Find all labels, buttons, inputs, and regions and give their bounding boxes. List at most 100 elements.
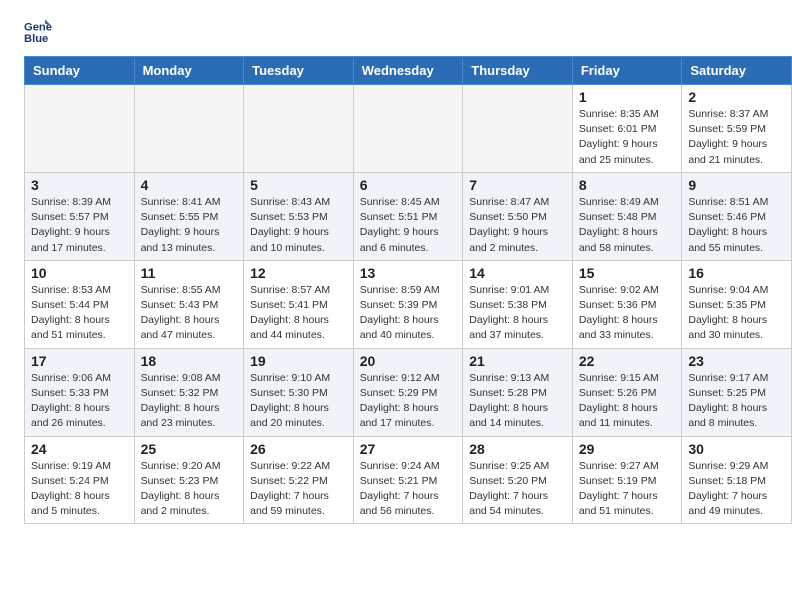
day-info: Sunrise: 9:02 AM Sunset: 5:36 PM Dayligh… [579,283,676,344]
day-number: 18 [141,353,238,369]
calendar-cell: 3 Sunrise: 8:39 AM Sunset: 5:57 PM Daylig… [25,172,135,260]
week-row-4: 17 Sunrise: 9:06 AM Sunset: 5:33 PM Dayli… [25,348,792,436]
day-number: 23 [688,353,785,369]
day-info: Sunrise: 8:43 AM Sunset: 5:53 PM Dayligh… [250,195,347,256]
calendar-cell: 8 Sunrise: 8:49 AM Sunset: 5:48 PM Daylig… [572,172,682,260]
calendar-header: SundayMondayTuesdayWednesdayThursdayFrid… [25,57,792,85]
calendar-cell: 15 Sunrise: 9:02 AM Sunset: 5:36 PM Dayli… [572,260,682,348]
day-number: 4 [141,177,238,193]
day-header-monday: Monday [134,57,244,85]
day-header-wednesday: Wednesday [353,57,463,85]
day-info: Sunrise: 9:20 AM Sunset: 5:23 PM Dayligh… [141,459,238,520]
day-info: Sunrise: 8:39 AM Sunset: 5:57 PM Dayligh… [31,195,128,256]
day-info: Sunrise: 9:17 AM Sunset: 5:25 PM Dayligh… [688,371,785,432]
day-number: 29 [579,441,676,457]
day-info: Sunrise: 9:06 AM Sunset: 5:33 PM Dayligh… [31,371,128,432]
day-number: 14 [469,265,566,281]
week-row-1: 1Sunrise: 8:35 AM Sunset: 6:01 PM Daylig… [25,85,792,173]
day-header-thursday: Thursday [463,57,573,85]
day-info: Sunrise: 9:10 AM Sunset: 5:30 PM Dayligh… [250,371,347,432]
day-number: 2 [688,89,785,105]
calendar-cell: 23 Sunrise: 9:17 AM Sunset: 5:25 PM Dayli… [682,348,792,436]
day-info: Sunrise: 9:08 AM Sunset: 5:32 PM Dayligh… [141,371,238,432]
day-number: 16 [688,265,785,281]
calendar-cell: 19 Sunrise: 9:10 AM Sunset: 5:30 PM Dayli… [244,348,354,436]
day-number: 3 [31,177,128,193]
calendar-cell: 28 Sunrise: 9:25 AM Sunset: 5:20 PM Dayli… [463,436,573,524]
day-info: Sunrise: 8:49 AM Sunset: 5:48 PM Dayligh… [579,195,676,256]
day-info: Sunrise: 8:55 AM Sunset: 5:43 PM Dayligh… [141,283,238,344]
week-row-2: 3 Sunrise: 8:39 AM Sunset: 5:57 PM Daylig… [25,172,792,260]
day-info: Sunrise: 9:25 AM Sunset: 5:20 PM Dayligh… [469,459,566,520]
day-number: 19 [250,353,347,369]
calendar-cell: 29 Sunrise: 9:27 AM Sunset: 5:19 PM Dayli… [572,436,682,524]
day-info: Sunrise: 9:13 AM Sunset: 5:28 PM Dayligh… [469,371,566,432]
day-info: Sunrise: 9:01 AM Sunset: 5:38 PM Dayligh… [469,283,566,344]
day-number: 20 [360,353,457,369]
calendar-cell [353,85,463,173]
calendar-cell: 12 Sunrise: 8:57 AM Sunset: 5:41 PM Dayli… [244,260,354,348]
day-info: Sunrise: 9:27 AM Sunset: 5:19 PM Dayligh… [579,459,676,520]
calendar-cell: 9 Sunrise: 8:51 AM Sunset: 5:46 PM Daylig… [682,172,792,260]
calendar-cell [463,85,573,173]
day-info: Sunrise: 8:59 AM Sunset: 5:39 PM Dayligh… [360,283,457,344]
day-number: 28 [469,441,566,457]
calendar-cell: 25 Sunrise: 9:20 AM Sunset: 5:23 PM Dayli… [134,436,244,524]
day-number: 5 [250,177,347,193]
calendar-cell: 7Sunrise: 8:47 AM Sunset: 5:50 PM Daylig… [463,172,573,260]
day-info: Sunrise: 9:12 AM Sunset: 5:29 PM Dayligh… [360,371,457,432]
day-number: 25 [141,441,238,457]
day-number: 26 [250,441,347,457]
day-info: Sunrise: 8:45 AM Sunset: 5:51 PM Dayligh… [360,195,457,256]
day-number: 17 [31,353,128,369]
calendar-cell: 11 Sunrise: 8:55 AM Sunset: 5:43 PM Dayli… [134,260,244,348]
day-number: 1 [579,89,676,105]
day-info: Sunrise: 9:15 AM Sunset: 5:26 PM Dayligh… [579,371,676,432]
calendar-cell [244,85,354,173]
page-header: General Blue [0,0,792,56]
day-number: 10 [31,265,128,281]
day-number: 24 [31,441,128,457]
day-number: 12 [250,265,347,281]
day-number: 21 [469,353,566,369]
day-number: 7 [469,177,566,193]
calendar-cell: 22 Sunrise: 9:15 AM Sunset: 5:26 PM Dayli… [572,348,682,436]
calendar-cell: 24 Sunrise: 9:19 AM Sunset: 5:24 PM Dayli… [25,436,135,524]
calendar-cell: 20 Sunrise: 9:12 AM Sunset: 5:29 PM Dayli… [353,348,463,436]
calendar-cell: 21 Sunrise: 9:13 AM Sunset: 5:28 PM Dayli… [463,348,573,436]
day-info: Sunrise: 8:51 AM Sunset: 5:46 PM Dayligh… [688,195,785,256]
calendar-cell: 16 Sunrise: 9:04 AM Sunset: 5:35 PM Dayli… [682,260,792,348]
day-number: 13 [360,265,457,281]
day-info: Sunrise: 9:19 AM Sunset: 5:24 PM Dayligh… [31,459,128,520]
calendar-body: 1Sunrise: 8:35 AM Sunset: 6:01 PM Daylig… [25,85,792,524]
day-number: 9 [688,177,785,193]
day-number: 30 [688,441,785,457]
calendar-cell: 13 Sunrise: 8:59 AM Sunset: 5:39 PM Dayli… [353,260,463,348]
calendar-cell: 27Sunrise: 9:24 AM Sunset: 5:21 PM Dayli… [353,436,463,524]
calendar-cell: 6 Sunrise: 8:45 AM Sunset: 5:51 PM Daylig… [353,172,463,260]
day-info: Sunrise: 9:22 AM Sunset: 5:22 PM Dayligh… [250,459,347,520]
day-number: 8 [579,177,676,193]
day-header-saturday: Saturday [682,57,792,85]
week-row-3: 10 Sunrise: 8:53 AM Sunset: 5:44 PM Dayli… [25,260,792,348]
week-row-5: 24 Sunrise: 9:19 AM Sunset: 5:24 PM Dayli… [25,436,792,524]
day-info: Sunrise: 9:04 AM Sunset: 5:35 PM Dayligh… [688,283,785,344]
calendar-cell: 10 Sunrise: 8:53 AM Sunset: 5:44 PM Dayli… [25,260,135,348]
day-info: Sunrise: 8:57 AM Sunset: 5:41 PM Dayligh… [250,283,347,344]
day-number: 6 [360,177,457,193]
header-row: SundayMondayTuesdayWednesdayThursdayFrid… [25,57,792,85]
calendar-cell: 4Sunrise: 8:41 AM Sunset: 5:55 PM Daylig… [134,172,244,260]
day-number: 11 [141,265,238,281]
day-info: Sunrise: 8:53 AM Sunset: 5:44 PM Dayligh… [31,283,128,344]
calendar-cell: 18 Sunrise: 9:08 AM Sunset: 5:32 PM Dayli… [134,348,244,436]
calendar-cell: 17 Sunrise: 9:06 AM Sunset: 5:33 PM Dayli… [25,348,135,436]
day-info: Sunrise: 9:29 AM Sunset: 5:18 PM Dayligh… [688,459,785,520]
day-info: Sunrise: 8:37 AM Sunset: 5:59 PM Dayligh… [688,107,785,168]
day-number: 15 [579,265,676,281]
calendar-cell: 1Sunrise: 8:35 AM Sunset: 6:01 PM Daylig… [572,85,682,173]
day-header-sunday: Sunday [25,57,135,85]
logo-icon: General Blue [24,18,52,46]
day-number: 22 [579,353,676,369]
day-number: 27 [360,441,457,457]
calendar-cell [25,85,135,173]
